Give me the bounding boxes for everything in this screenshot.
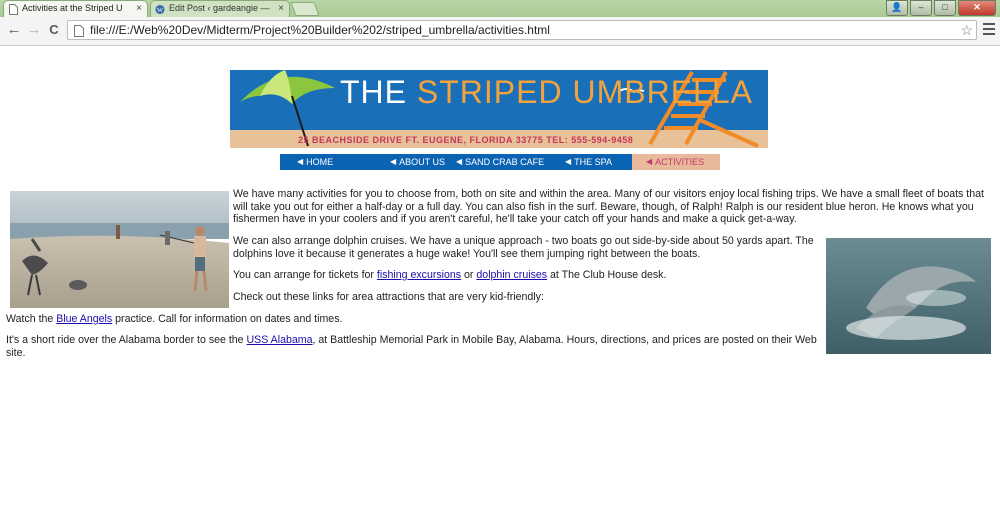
nav-sand-crab-cafe[interactable]: ◀ SAND CRAB CAFE	[450, 154, 554, 170]
blue-angels-link[interactable]: Blue Angels	[56, 313, 112, 325]
close-tab-icon[interactable]: ×	[278, 1, 284, 16]
text-segment: You can arrange for tickets for	[233, 269, 377, 281]
arrow-left-icon: ◀	[646, 157, 653, 166]
tab-title: Activities at the Striped U	[22, 3, 123, 13]
reload-icon[interactable]: C	[46, 22, 62, 38]
forward-arrow-icon[interactable]: →	[26, 22, 42, 38]
tickets-paragraph: You can arrange for tickets for fishing …	[233, 269, 821, 282]
activities-intro-paragraph: We have many activities for you to choos…	[233, 188, 984, 225]
title-part-striped-umbrella: STRIPED UMBRELLA	[416, 74, 753, 110]
page-icon	[8, 3, 18, 15]
site-title: THE STRIPED UMBRELLA	[340, 74, 753, 111]
text-segment: Watch the	[6, 313, 57, 325]
text-segment: at The Club House desk.	[547, 269, 667, 281]
nav-home[interactable]: ◀ HOME	[280, 154, 373, 170]
minimize-button[interactable]: –	[910, 0, 932, 16]
maximize-button[interactable]: □	[934, 0, 956, 16]
nav-activities[interactable]: ◀ ACTIVITIES	[632, 154, 720, 170]
new-tab-button[interactable]	[290, 2, 320, 16]
nav-label: SAND CRAB CAFE	[465, 157, 545, 167]
arrow-left-icon: ◀	[297, 157, 304, 166]
blue-angels-paragraph: Watch the Blue Angels practice. Call for…	[6, 313, 821, 326]
svg-text:W: W	[157, 6, 163, 13]
attractions-intro-paragraph: Check out these links for area attractio…	[233, 291, 544, 303]
nav-label: ABOUT US	[399, 157, 445, 167]
nav-label: HOME	[306, 157, 334, 167]
uss-alabama-paragraph: It's a short ride over the Alabama borde…	[6, 334, 821, 359]
heron-beach-photo	[10, 191, 229, 308]
tab-edit-post[interactable]: W Edit Post ‹ gardeangie — ×	[150, 0, 290, 17]
text-segment: It's a short ride over the Alabama borde…	[6, 334, 247, 346]
uss-alabama-link[interactable]: USS Alabama	[247, 334, 313, 346]
striped-umbrella-banner: THE STRIPED UMBRELLA 25 BEACHSIDE DRIVE …	[230, 70, 768, 148]
arrow-left-icon: ◀	[456, 157, 463, 166]
nav-the-spa[interactable]: ◀ THE SPA	[554, 154, 632, 170]
dolphin-cruises-link[interactable]: dolphin cruises	[476, 269, 547, 281]
dolphin-photo	[826, 238, 991, 354]
arrow-left-icon: ◀	[390, 157, 397, 166]
browser-toolbar: ← → C file:///E:/Web%20Dev/Midterm/Proje…	[0, 17, 1000, 46]
close-tab-icon[interactable]: ×	[136, 1, 142, 16]
arrow-left-icon: ◀	[565, 157, 572, 166]
url-text[interactable]: file:///E:/Web%20Dev/Midterm/Project%20B…	[90, 21, 550, 40]
address-bar[interactable]: file:///E:/Web%20Dev/Midterm/Project%20B…	[67, 20, 977, 40]
text-segment: or	[461, 269, 477, 281]
back-arrow-icon[interactable]: ←	[6, 22, 22, 38]
fishing-excursions-link[interactable]: fishing excursions	[377, 269, 461, 281]
profile-icon[interactable]: 👤	[886, 0, 908, 16]
text-segment: practice. Call for information on dates …	[112, 313, 343, 325]
window-controls: 👤 – □ ✕	[886, 0, 996, 16]
page-icon	[74, 24, 84, 42]
site-navigation: ◀ HOME ◀ ABOUT US ◀ SAND CRAB CAFE ◀ THE…	[280, 154, 720, 170]
close-window-button[interactable]: ✕	[958, 0, 996, 16]
nav-label: ACTIVITIES	[655, 157, 705, 167]
title-part-the: THE	[340, 74, 417, 110]
nav-label: THE SPA	[574, 157, 612, 167]
dolphin-cruises-paragraph: We can also arrange dolphin cruises. We …	[233, 235, 814, 260]
browser-titlebar: Activities at the Striped U × W Edit Pos…	[0, 0, 1000, 17]
tab-title: Edit Post ‹ gardeangie —	[169, 3, 270, 13]
site-address: 25 BEACHSIDE DRIVE FT. EUGENE, FLORIDA 3…	[298, 135, 634, 145]
star-icon[interactable]: ☆	[960, 21, 973, 39]
hamburger-menu-icon[interactable]	[983, 23, 995, 38]
tab-activities[interactable]: Activities at the Striped U ×	[3, 0, 148, 17]
wordpress-icon: W	[155, 3, 165, 15]
nav-about-us[interactable]: ◀ ABOUT US	[373, 154, 450, 170]
